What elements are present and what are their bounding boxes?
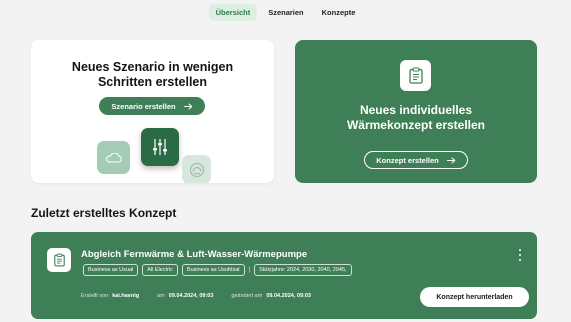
scenario-tag: Business as Usual [83, 264, 139, 276]
created-by-label: Erstellt von [81, 293, 109, 299]
create-scenario-button-label: Szenario erstellen [111, 101, 176, 111]
clipboard-icon [400, 60, 431, 91]
changed-at-label: geändert am [231, 293, 263, 299]
gauge-icon [182, 155, 211, 183]
support-years-tag: Stützjahre: 2024, 2030, 2040, 2045, [254, 264, 352, 276]
new-scenario-card: Neues Szenario in wenigen Schritten erst… [31, 40, 274, 183]
tab-szenarien[interactable]: Szenarien [261, 4, 310, 21]
download-concept-button[interactable]: Konzept herunterladen [420, 287, 529, 307]
created-at-value: 09.04.2024, 09:03 [168, 293, 214, 299]
more-options-icon[interactable] [517, 249, 523, 261]
new-scenario-title-line2: Schritten erstellen [97, 75, 208, 89]
recent-concept-title[interactable]: Abgleich Fernwärme & Luft-Wasser-Wärmepu… [81, 249, 307, 260]
arrow-right-icon [446, 157, 456, 163]
new-concept-title-line2: Wärmekonzept erstellen [346, 118, 486, 132]
tab-uebersicht[interactable]: Übersicht [208, 4, 258, 21]
scenario-tag: All Electric [142, 264, 178, 276]
create-scenario-button[interactable]: Szenario erstellen [99, 97, 205, 115]
new-scenario-title: Neues Szenario in wenigen Schritten erst… [31, 60, 274, 90]
tag-separator: | [248, 267, 251, 273]
created-at-label: am [157, 293, 165, 299]
top-navigation: Übersicht Szenarien Konzepte [0, 4, 571, 21]
create-concept-button-label: Konzept erstellen [376, 155, 439, 165]
scenario-tag: Business as Usufdsal [181, 264, 245, 276]
created-by-user: kai.haenig [112, 293, 140, 299]
sliders-icon [141, 128, 179, 166]
new-scenario-title-line1: Neues Szenario in wenigen [71, 60, 234, 74]
scenario-tags: Business as Usual All Electric Business … [83, 264, 352, 276]
new-concept-card: Neues individuelles Wärmekonzept erstell… [295, 40, 537, 183]
new-concept-title: Neues individuelles Wärmekonzept erstell… [295, 103, 537, 133]
tab-konzepte[interactable]: Konzepte [315, 4, 363, 21]
recent-concept-heading: Zuletzt erstelltes Konzept [31, 206, 177, 220]
clipboard-icon [47, 248, 71, 272]
recent-concept-card[interactable]: Abgleich Fernwärme & Luft-Wasser-Wärmepu… [31, 232, 537, 319]
concept-meta: Erstellt von kai.haenig am 09.04.2024, 0… [81, 293, 311, 299]
changed-at-value: 09.04.2024, 09:03 [266, 293, 311, 299]
cloud-icon [97, 141, 130, 174]
arrow-right-icon [183, 103, 192, 109]
create-concept-button[interactable]: Konzept erstellen [364, 151, 468, 169]
new-concept-title-line1: Neues individuelles [359, 103, 473, 117]
